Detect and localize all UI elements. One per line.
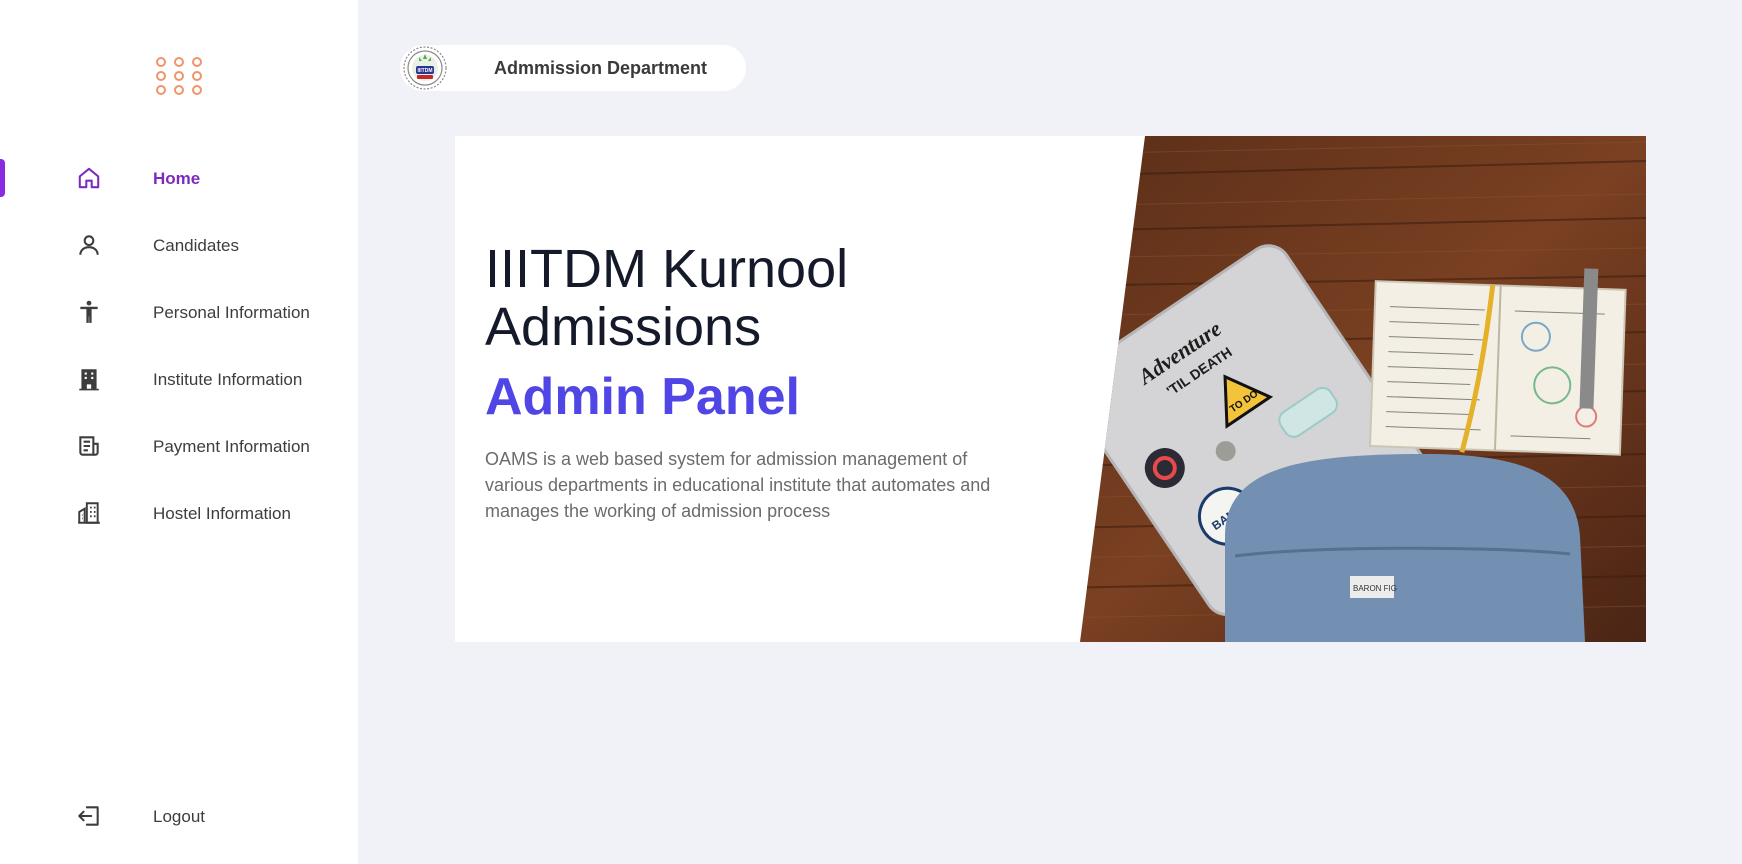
sidebar-item-institute-information[interactable]: Institute Information: [0, 357, 358, 401]
sidebar: Home Candidates Personal Information Ins…: [0, 0, 358, 864]
backpack-tag: BARON FIG: [1353, 584, 1397, 593]
home-icon: [76, 165, 102, 191]
apps-grid-icon[interactable]: [156, 57, 202, 103]
hero-description: OAMS is a web based system for admission…: [485, 449, 991, 521]
logout-icon: [76, 803, 102, 829]
hero-subtitle: Admin Panel: [485, 368, 800, 426]
sidebar-item-candidates[interactable]: Candidates: [0, 223, 358, 267]
hero-title: IIITDM Kurnool Admissions: [485, 239, 849, 357]
sidebar-item-label: Home: [153, 169, 201, 188]
sidebar-item-hostel-information[interactable]: Hostel Information: [0, 491, 358, 535]
department-header: IIITDM Admmission Department: [400, 45, 746, 91]
hostel-icon: [76, 500, 102, 526]
building-icon: [76, 366, 102, 392]
sidebar-item-label: Hostel Information: [153, 504, 291, 523]
department-name: Admmission Department: [494, 58, 708, 78]
sidebar-item-label: Payment Information: [153, 437, 310, 456]
logo-text: IIITDM: [418, 68, 433, 74]
receipt-icon: [76, 433, 102, 459]
sidebar-item-label: Personal Information: [153, 303, 310, 322]
accessibility-icon: [76, 299, 102, 325]
logout-button[interactable]: Logout: [0, 794, 358, 838]
sidebar-item-home[interactable]: Home: [0, 156, 358, 200]
hero-card: Adventure 'TIL DEATH TO DO BANFF: [455, 136, 1646, 642]
sidebar-item-personal-information[interactable]: Personal Information: [0, 290, 358, 334]
institute-logo: IIITDM: [403, 46, 447, 90]
sidebar-item-payment-information[interactable]: Payment Information: [0, 424, 358, 468]
sidebar-item-label: Institute Information: [153, 370, 303, 389]
sidebar-item-label: Candidates: [153, 236, 240, 255]
logout-label: Logout: [153, 807, 205, 826]
user-icon: [76, 232, 102, 258]
